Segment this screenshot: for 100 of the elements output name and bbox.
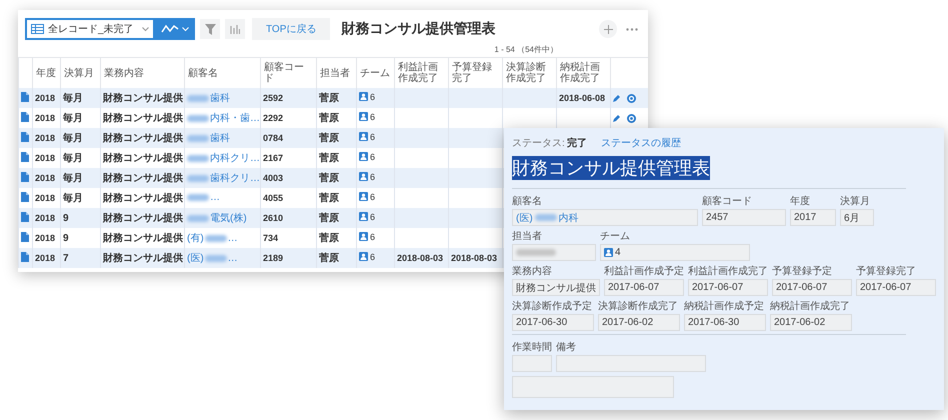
- table-cell: 菅原: [316, 168, 356, 188]
- field-value: 2457: [702, 209, 786, 226]
- table-cell: 菅原: [316, 248, 356, 268]
- table-cell[interactable]: 電気(株): [184, 208, 260, 228]
- filter-icon: [204, 24, 216, 34]
- field-label: 利益計画作成完了: [688, 264, 768, 278]
- field-value: 2017: [790, 209, 836, 226]
- table-cell: 菅原: [316, 88, 356, 108]
- table-cell: 2592: [260, 88, 316, 108]
- document-icon[interactable]: [21, 92, 29, 102]
- field-value: 2017-06-30: [684, 314, 766, 331]
- table-cell: 6: [359, 212, 376, 222]
- field-label: 予算登録完了: [856, 264, 917, 278]
- table-cell: 6: [359, 92, 376, 102]
- table-cell: 6: [359, 132, 376, 142]
- field-label: 顧客名: [512, 194, 543, 208]
- table-cell: 6: [359, 252, 376, 262]
- team-icon: [359, 172, 368, 182]
- field-value: 2017-06-07: [688, 279, 768, 296]
- table-cell: 菅原: [316, 128, 356, 148]
- add-button[interactable]: [599, 20, 617, 38]
- field-label: 納税計画作成予定: [684, 300, 765, 313]
- field-value: 2017-06-02: [598, 314, 680, 331]
- document-icon[interactable]: [21, 172, 29, 182]
- field-value: [512, 355, 552, 372]
- table-cell: 2018: [32, 168, 60, 188]
- table-cell: 2018: [32, 128, 60, 148]
- table-cell: 6: [359, 152, 376, 162]
- table-cell: 毎月: [60, 168, 100, 188]
- table-cell: 財務コンサル提供: [100, 168, 184, 188]
- team-icon: [359, 132, 368, 142]
- table-cell[interactable]: 歯科: [184, 88, 260, 108]
- field-label: 納税計画作成完了: [770, 300, 851, 313]
- field-label: 予算登録予定: [772, 264, 833, 278]
- table-cell: 2189: [260, 248, 316, 268]
- table-cell: 毎月: [60, 88, 100, 108]
- team-icon: [359, 152, 368, 162]
- table-cell[interactable]: (医) …: [184, 248, 260, 268]
- field-value: 2017-06-30: [512, 314, 594, 331]
- field-label: 決算診断作成予定: [512, 300, 593, 313]
- table-cell: 2610: [260, 208, 316, 228]
- field-label: 備考: [556, 340, 577, 354]
- status-text: ステータス: 完了: [512, 136, 587, 150]
- table-cell: 財務コンサル提供: [100, 208, 184, 228]
- table-cell: 2018: [32, 208, 60, 228]
- field-label: 決算診断作成完了: [598, 300, 679, 313]
- team-icon: [359, 212, 368, 222]
- field-label: 業務内容: [512, 264, 553, 278]
- table-cell: 9: [60, 208, 100, 228]
- table-cell: 2018: [32, 248, 60, 268]
- edit-icon[interactable]: [613, 114, 621, 122]
- team-icon: [359, 112, 368, 122]
- field-label: 作業時間: [512, 340, 552, 354]
- team-icon: [604, 248, 613, 257]
- table-cell: 2018-08-03: [448, 248, 502, 268]
- table-cell: 6: [359, 112, 376, 122]
- gear-icon[interactable]: [627, 94, 636, 102]
- pagination-text: 1 - 54 （54件中）: [494, 45, 558, 54]
- field-value: (医) 内科: [512, 209, 698, 226]
- document-icon[interactable]: [21, 252, 29, 262]
- edit-icon[interactable]: [613, 94, 621, 102]
- table-cell[interactable]: 歯科クリ…: [184, 168, 260, 188]
- table-cell: 2018-06-08: [556, 88, 610, 108]
- document-icon[interactable]: [21, 132, 29, 142]
- table-cell: 2018-08-03: [394, 248, 448, 268]
- chevron-icon: [182, 26, 189, 32]
- field-label: 決算月: [840, 194, 871, 208]
- view-selector[interactable]: 全レコード_未完了: [25, 18, 155, 40]
- document-icon[interactable]: [21, 232, 29, 242]
- more-icon: [626, 28, 638, 30]
- table-icon: [31, 24, 44, 34]
- table-cell: 財務コンサル提供: [100, 128, 184, 148]
- field-label: 利益計画作成予定: [604, 264, 684, 278]
- field-value: 2017-06-07: [856, 279, 936, 296]
- record-title: 財務コンサル提供管理表: [512, 156, 710, 180]
- field-label: 年度: [790, 194, 811, 208]
- team-icon: [359, 232, 368, 242]
- gear-icon[interactable]: [627, 114, 636, 122]
- field-value: 2017-06-07: [772, 279, 852, 296]
- field-value: 4: [600, 244, 750, 261]
- field-value: 財務コンサル提供: [512, 279, 600, 296]
- document-icon[interactable]: [21, 192, 29, 202]
- field-label: チーム: [600, 230, 631, 243]
- status-history-link[interactable]: ステータスの履歴: [600, 136, 681, 150]
- field-value: 2017-06-07: [604, 279, 684, 296]
- table-cell: 2018: [32, 88, 60, 108]
- graph-button[interactable]: [155, 18, 195, 40]
- table-cell: 4003: [260, 168, 316, 188]
- field-label: 担当者: [512, 230, 543, 243]
- field-value: 2017-06-02: [770, 314, 852, 331]
- back-to-top-button[interactable]: TOPに戻る: [252, 18, 330, 40]
- filter-button[interactable]: [200, 19, 220, 39]
- document-icon[interactable]: [21, 212, 29, 222]
- chart-button[interactable]: [225, 19, 245, 39]
- bar-chart-icon: [230, 24, 240, 34]
- document-icon[interactable]: [21, 152, 29, 162]
- document-icon[interactable]: [21, 112, 29, 122]
- team-icon: [359, 252, 368, 262]
- table-cell[interactable]: 歯科: [184, 128, 260, 148]
- plus-icon: [604, 24, 612, 34]
